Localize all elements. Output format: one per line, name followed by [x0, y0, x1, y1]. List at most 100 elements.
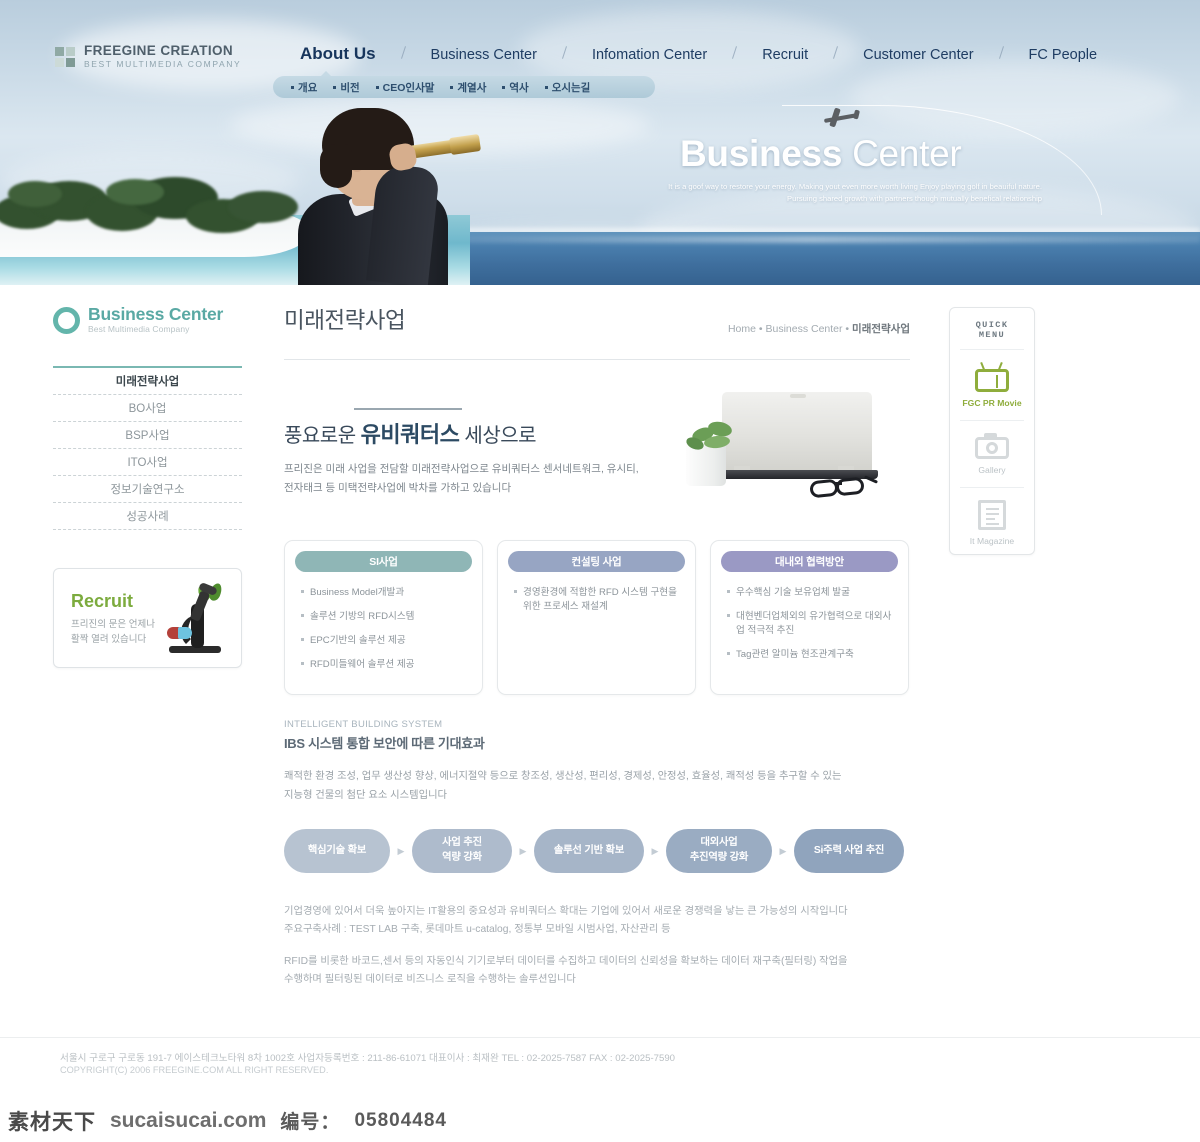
pill-capsule-icon — [178, 627, 192, 640]
sidebar-menu: 미래전략사업 BO사업 BSP사업 ITO사업 정보기술연구소 성공사례 — [53, 366, 242, 531]
sidebar-item-success-cases[interactable]: 성공사례 — [53, 503, 242, 531]
subnav-item-vision[interactable]: 비전 — [333, 80, 359, 95]
quick-menu-label: FGC PR Movie — [962, 398, 1022, 408]
recruit-title: Recruit — [71, 591, 134, 612]
hair-side — [320, 144, 352, 188]
ibs-heading: IBS 시스템 통합 보안에 따른 기대효과 — [284, 736, 485, 751]
quick-menu-item-fgc-pr-movie[interactable]: FGC PR Movie — [960, 350, 1024, 421]
list-item: RFD미들웨어 솔루션 제공 — [301, 658, 472, 672]
service-boxes: SI사업 Business Model개발과 솔루션 기방의 RFD시스템 EP… — [284, 540, 910, 695]
closing-paragraph-2: RFID를 비롯한 바코드,센서 등의 자동인식 기기로부터 데이터를 수집하고… — [284, 953, 910, 989]
site-logo[interactable]: FREEGINE CREATION BEST MULTIMEDIA COMPAN… — [55, 43, 242, 71]
nav-separator — [732, 46, 738, 59]
flow-step-label-2: 추진역량 강화 — [689, 852, 749, 864]
recruit-banner[interactable]: Recruit 프리진의 문은 언제나 활짝 열려 있습니다 — [53, 568, 242, 669]
list-item: Tag관련 알미늄 현조관계구축 — [727, 648, 898, 662]
closing-p2-line1: RFID를 비롯한 바코드,센서 등의 자동인식 기기로부터 데이터를 수집하고… — [284, 956, 848, 968]
quick-menu-item-gallery[interactable]: Gallery — [960, 421, 1024, 488]
sidebar-logo[interactable]: Business Center Best Multimedia Company — [53, 305, 242, 336]
flow-step-label: 사업 추진 — [442, 837, 482, 849]
flow-arrow-icon: ▶ — [519, 845, 527, 856]
service-box-title: SI사업 — [295, 551, 472, 572]
sidebar-item-bsp[interactable]: BSP사업 — [53, 422, 242, 450]
main-content: 미래전략사업 Home • Business Center • 미래전략사업 풍… — [284, 303, 910, 989]
ibs-section: INTELLIGENT BUILDING SYSTEM IBS 시스템 통합 보… — [284, 719, 910, 805]
list-item: 우수핵심 기술 보유업체 발굴 — [727, 586, 898, 600]
top-navigation: About Us Business Center Infomation Cent… — [300, 44, 1097, 64]
flow-arrow-icon: ▶ — [651, 845, 659, 856]
list-item: 경영환경에 적합한 RFD 시스템 구현을 위한 프로세스 재설계 — [514, 586, 685, 614]
closing-p2-line2: 수행하며 필터링된 데이터로 비즈니스 로직을 수행하는 솔루션입니다 — [284, 974, 576, 986]
telescope-barrel — [448, 133, 482, 156]
footer-company-info: 서울시 구로구 구로동 191-7 에이스테크노타워 8차 1002호 사업자등… — [60, 1053, 676, 1064]
nav-separator — [400, 46, 406, 59]
quick-menu-heading: QUICK MENU — [960, 320, 1024, 350]
nav-item-about-us[interactable]: About Us — [300, 44, 376, 64]
recruit-line1: 프리진의 문은 언제나 — [71, 619, 155, 631]
closing-p1-line2: 주요구축사례 : TEST LAB 구축, 롯데마트 u-catalog, 정통… — [284, 924, 671, 936]
service-box-title: 대내외 협력방안 — [721, 551, 898, 572]
ibs-body: 쾌적한 환경 조성, 업무 생산성 향상, 에너지절약 등으로 창조성, 생산성… — [284, 767, 910, 805]
logo-tagline: BEST MULTIMEDIA COMPANY — [84, 58, 242, 69]
quick-menu-label: Gallery — [978, 465, 1006, 475]
sub-navigation: 개요 비전 CEO인사말 계열사 역사 오시는길 — [273, 71, 655, 98]
intro-body-line2: 전자태크 등 미택전략사업에 박차를 가하고 있습니다 — [284, 482, 512, 495]
logo-mark-icon — [55, 47, 75, 68]
flow-arrow-icon: ▶ — [397, 845, 405, 856]
subnav-item-history[interactable]: 역사 — [502, 80, 528, 95]
laptop-lid — [722, 392, 872, 472]
intro-heading-pre: 풍요로운 — [284, 425, 361, 447]
nav-separator — [998, 46, 1004, 59]
flow-step-business-capacity[interactable]: 사업 추진 역량 강화 — [412, 829, 512, 874]
subnav-item-directions[interactable]: 오시는길 — [545, 80, 591, 95]
recruit-description: 프리진의 문은 언제나 활짝 열려 있습니다 — [71, 617, 155, 647]
recruit-line2: 활짝 열려 있습니다 — [71, 634, 147, 646]
quick-menu-item-it-magazine[interactable]: It Magazine — [960, 488, 1024, 558]
camera-icon — [975, 433, 1009, 459]
hero-title-light: Center — [852, 133, 962, 174]
intro-underline — [354, 408, 462, 410]
page-body: Business Center Best Multimedia Company … — [0, 285, 1200, 1037]
flow-step-label: 대외사업 — [700, 837, 738, 849]
sidebar-item-research-institute[interactable]: 정보기술연구소 — [53, 476, 242, 504]
nav-item-business-center[interactable]: Business Center — [431, 47, 537, 63]
flow-step-label-2: 역량 강화 — [442, 852, 482, 864]
flow-step-label: 솔루선 기반 확보 — [553, 844, 625, 856]
watermark-site: sucaisucai.com — [110, 1108, 267, 1132]
breadcrumb-current: 미래전략사업 — [852, 323, 910, 335]
nav-item-recruit[interactable]: Recruit — [762, 47, 808, 63]
eyeglasses-icon — [809, 475, 879, 500]
palm-trees — [0, 142, 310, 237]
intro-heading-bold: 유비쿼터스 — [360, 422, 460, 447]
breadcrumb-prefix: Home • Business Center • — [727, 323, 853, 335]
sidebar-logo-title: Business Center — [88, 304, 224, 324]
nav-item-fc-people[interactable]: FC People — [1029, 47, 1098, 63]
sidebar-logo-subtitle: Best Multimedia Company — [88, 324, 190, 335]
list-item: EPC기반의 솔루선 제공 — [301, 634, 472, 648]
flow-step-label: Si주력 사업 추진 — [813, 844, 885, 856]
nav-item-customer-center[interactable]: Customer Center — [863, 47, 973, 63]
tv-icon — [975, 361, 1009, 392]
flow-step-si-main-business[interactable]: Si주력 사업 추진 — [794, 829, 904, 874]
list-item: Business Model개발과 — [301, 586, 472, 600]
sidebar-item-future-strategy[interactable]: 미래전략사업 — [53, 368, 242, 396]
watermark-brand: 素材天下 — [8, 1110, 96, 1134]
service-box-list: Business Model개발과 솔루션 기방의 RFD시스템 EPC기반의 … — [301, 586, 472, 672]
flow-step-external-business[interactable]: 대외사업 추진역량 강화 — [666, 829, 772, 874]
subnav-item-overview[interactable]: 개요 — [291, 80, 317, 95]
nav-item-infomation-center[interactable]: Infomation Center — [592, 47, 707, 63]
watermark-code: 05804484 — [354, 1109, 447, 1131]
stock-site-watermark: 素材天下 sucaisucai.com 编号： 05804484 — [0, 1099, 1200, 1142]
flow-step-core-tech[interactable]: 핵심기술 확보 — [284, 829, 390, 874]
footer: 서울시 구로구 구로동 191-7 에이스테크노타워 8차 1002호 사업자등… — [0, 1037, 1200, 1099]
list-item: 솔루션 기방의 RFD시스템 — [301, 610, 472, 624]
subnav-item-affiliates[interactable]: 계열사 — [450, 80, 486, 95]
service-box-cooperation: 대내외 협력방안 우수핵심 기술 보유업체 발굴 대현벤더업체외의 유가협력으로… — [710, 540, 909, 695]
ibs-body-line2: 지능형 건물의 첨단 요소 시스템입니다 — [284, 790, 448, 802]
footer-copyright: COPYRIGHT(C) 2006 FREEGINE.COM ALL RIGHT… — [60, 1065, 329, 1075]
subnav-item-ceo-message[interactable]: CEO인사말 — [376, 80, 435, 95]
sidebar-item-bo[interactable]: BO사업 — [53, 395, 242, 423]
laptop-plant-photo — [678, 382, 914, 514]
flow-step-solution-base[interactable]: 솔루선 기반 확보 — [534, 829, 644, 874]
sidebar-item-ito[interactable]: ITO사업 — [53, 449, 242, 477]
